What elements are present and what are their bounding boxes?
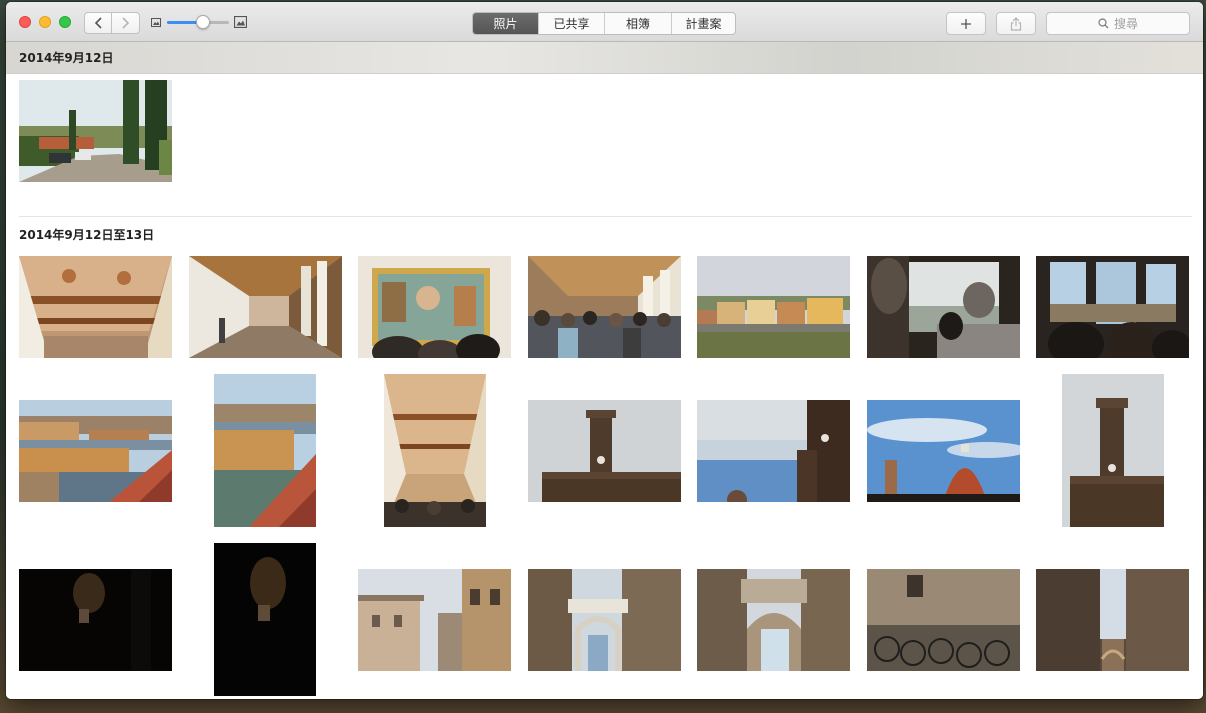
search-icon (1098, 18, 1109, 29)
moment-title: 2014年9月12日 (19, 51, 114, 65)
photo-thumbnail-tower-cloudy-sky[interactable] (697, 400, 850, 502)
zoom-slider-knob[interactable] (195, 15, 210, 29)
photo-thumbnail-ponte-vecchio[interactable] (19, 400, 172, 502)
back-button[interactable] (84, 12, 112, 34)
add-button[interactable] (946, 12, 986, 35)
photo-thumbnail-window-visitors[interactable] (1036, 256, 1189, 358)
moment-title-2: 2014年9月12日至13日 (19, 228, 155, 242)
zoom-in-photo-icon[interactable] (234, 16, 247, 28)
search-placeholder: 搜尋 (1113, 17, 1138, 31)
photo-thumbnail-birth-of-venus[interactable] (358, 256, 511, 358)
photo-thumbnail-arno-riverbank[interactable] (697, 256, 850, 358)
photo-thumbnail-dark-corridor-vertical[interactable] (214, 543, 316, 696)
photo-thumbnail-gallery-crowd[interactable] (528, 256, 681, 358)
photo-thumbnail-bicycles-wall[interactable] (867, 569, 1020, 671)
photo-thumbnail-dark-corridor[interactable] (19, 569, 172, 671)
photo-thumbnail-ponte-vecchio-vertical[interactable] (214, 374, 316, 527)
chevron-right-icon (122, 17, 130, 29)
moment-divider (19, 216, 1192, 217)
minimize-window-button[interactable] (39, 16, 51, 28)
photo-thumbnail-palazzo-vecchio[interactable] (528, 400, 681, 502)
photos-window: 照片 已共享 相簿 計畫案 搜尋 2014年9月12日 2014年9月12日至1… (6, 2, 1203, 699)
photo-thumbnail-statue-window[interactable] (867, 256, 1020, 358)
tab-albums[interactable]: 相簿 (604, 13, 671, 34)
photo-library: 2014年9月12日 2014年9月12日至13日 (6, 42, 1203, 699)
zoom-window-button[interactable] (59, 16, 71, 28)
close-window-button[interactable] (19, 16, 31, 28)
photo-thumbnail-palazzo-vecchio-vertical[interactable] (1062, 374, 1164, 527)
search-field[interactable]: 搜尋 (1046, 12, 1190, 35)
photo-thumbnail-florence-buildings[interactable] (358, 569, 511, 671)
tab-photos[interactable]: 照片 (473, 13, 538, 34)
share-button[interactable] (996, 12, 1036, 35)
forward-button[interactable] (112, 12, 140, 34)
photo-thumbnail-vasari-arch[interactable] (697, 569, 850, 671)
photo-thumbnail-uffizi-ceiling[interactable] (19, 256, 172, 358)
view-tabs: 照片 已共享 相簿 計畫案 (472, 12, 736, 35)
toolbar: 照片 已共享 相簿 計畫案 搜尋 (6, 2, 1203, 42)
plus-icon (961, 18, 971, 29)
chevron-left-icon (94, 17, 102, 29)
photo-thumbnail-narrow-street-arch[interactable] (528, 569, 681, 671)
tab-shared[interactable]: 已共享 (538, 13, 604, 34)
photo-thumbnail-tuscan-road[interactable] (19, 80, 172, 182)
zoom-out-photo-icon[interactable] (151, 18, 161, 27)
tab-projects[interactable]: 計畫案 (671, 13, 735, 34)
moment-header-1: 2014年9月12日 (6, 42, 1203, 74)
photo-thumbnail-stone-street[interactable] (1036, 569, 1189, 671)
photo-thumbnail-ceiling-vertical[interactable] (384, 374, 486, 527)
photo-thumbnail-uffizi-corridor[interactable] (189, 256, 342, 358)
share-icon (1010, 16, 1022, 31)
zoom-slider[interactable] (167, 15, 229, 29)
photo-thumbnail-duomo-skyline[interactable] (867, 400, 1020, 502)
